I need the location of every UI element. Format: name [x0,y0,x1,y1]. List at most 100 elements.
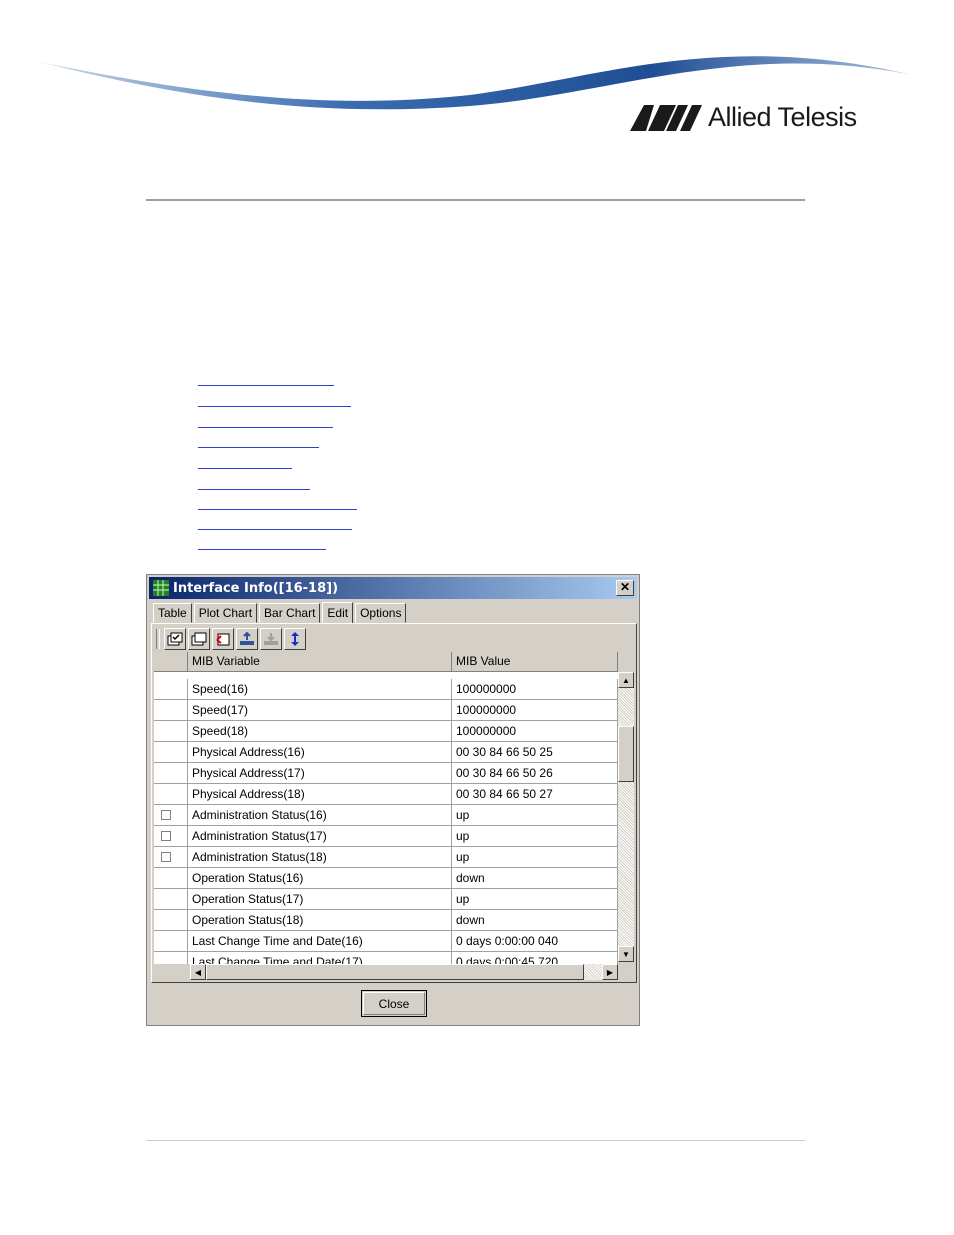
link-5[interactable] [198,468,292,469]
table-row[interactable]: Administration Status(18) up [154,847,618,868]
mib-value-cell[interactable]: 00 30 84 66 50 25 [452,742,618,763]
grid-app-icon [153,580,169,596]
table-row[interactable]: Operation Status(17) up [154,889,618,910]
toolbar-grip[interactable] [156,629,160,649]
dialog-titlebar[interactable]: Interface Info([16-18]) ✕ [149,577,637,599]
mib-variable-cell: Physical Address(17) [188,763,452,784]
header-mib-variable[interactable]: MIB Variable [188,652,452,672]
scroll-down-icon[interactable]: ▼ [618,946,634,962]
mib-value-cell[interactable]: up [452,805,618,826]
mib-value-cell[interactable]: 100000000 [452,700,618,721]
row-select-cell[interactable] [154,805,188,826]
mib-value-cell[interactable]: down [452,910,618,931]
undo-icon[interactable] [212,628,234,650]
footer-divider [146,1140,805,1141]
mib-value-cell[interactable]: 00 30 84 66 50 26 [452,763,618,784]
tab-plot-chart[interactable]: Plot Chart [193,603,258,623]
refresh-icon[interactable] [284,628,306,650]
table-row[interactable]: Last Change Time and Date(17) 0 days 0:00… [154,952,618,964]
mib-variable-cell: Speed(18) [188,721,452,742]
close-button-label: Close [378,996,410,1011]
mib-variable-cell: Operation Status(17) [188,889,452,910]
row-select-cell [154,763,188,784]
header-divider [146,199,805,201]
deselect-all-icon[interactable] [188,628,210,650]
scroll-right-icon[interactable]: ▶ [602,964,618,980]
table-row[interactable]: Physical Address(16) 00 30 84 66 50 25 [154,742,618,763]
row-select-cell [154,910,188,931]
vertical-scroll-thumb[interactable] [618,726,634,782]
mib-value-cell[interactable]: up [452,847,618,868]
mib-value-cell[interactable]: down [452,868,618,889]
mib-value-cell[interactable]: up [452,889,618,910]
row-checkbox[interactable] [161,810,171,820]
row-select-cell [154,868,188,889]
link-4[interactable] [198,447,319,448]
link-2[interactable] [198,406,351,407]
scroll-up-icon[interactable]: ▲ [618,672,634,688]
allied-telesis-mark-icon [630,104,702,131]
mib-variable-cell: Operation Status(16) [188,868,452,889]
brand-logo: Allied Telesis [630,102,857,133]
mib-variable-cell: Physical Address(16) [188,742,452,763]
table-row[interactable]: Operation Status(18) down [154,910,618,931]
tab-options[interactable]: Options [355,603,407,623]
row-select-cell[interactable] [154,826,188,847]
close-button[interactable]: Close [361,990,427,1017]
row-select-cell [154,931,188,952]
mib-variable-cell: Speed(17) [188,700,452,721]
header-mib-value[interactable]: MIB Value [452,652,618,672]
table-row[interactable]: Speed(18) 100000000 [154,721,618,742]
row-select-cell [154,742,188,763]
table-row[interactable]: Speed(17) 100000000 [154,700,618,721]
table-row[interactable]: Administration Status(17) up [154,826,618,847]
link-7[interactable] [198,509,357,510]
mib-value-cell[interactable]: 100000000 [452,721,618,742]
row-select-cell [154,784,188,805]
mib-value-cell[interactable]: 0 days 0:00:00 040 [452,931,618,952]
table-row[interactable]: Operation Status(16) down [154,868,618,889]
edit-panel: MIB Variable MIB Value Speed(16) 10000000… [151,623,637,983]
horizontal-scroll-thumb[interactable] [206,964,584,980]
row-checkbox[interactable] [161,831,171,841]
mib-table: MIB Variable MIB Value Speed(16) 10000000… [154,652,618,964]
mib-value-cell[interactable]: 00 30 84 66 50 27 [452,784,618,805]
scroll-left-icon[interactable]: ◀ [190,964,206,980]
row-select-cell [154,721,188,742]
download-icon[interactable] [260,628,282,650]
select-all-icon[interactable] [164,628,186,650]
mib-variable-cell: Last Change Time and Date(16) [188,931,452,952]
row-select-cell [154,679,188,700]
mib-value-cell[interactable]: up [452,826,618,847]
row-select-cell [154,889,188,910]
row-checkbox[interactable] [161,852,171,862]
interface-info-dialog: Interface Info([16-18]) ✕ Table Plot Cha… [146,574,640,1026]
upload-icon[interactable] [236,628,258,650]
table-row[interactable]: Speed(16) 100000000 [154,679,618,700]
link-9[interactable] [198,549,326,550]
table-row[interactable]: Administration Status(16) up [154,805,618,826]
vertical-scrollbar[interactable]: ▲ ▼ [618,672,634,962]
mib-variable-cell: Last Change Time and Date(17) [188,952,452,964]
table-row[interactable]: Physical Address(17) 00 30 84 66 50 26 [154,763,618,784]
table-row[interactable]: Last Change Time and Date(16) 0 days 0:00… [154,931,618,952]
close-icon[interactable]: ✕ [616,580,634,596]
link-8[interactable] [198,529,352,530]
header-select [154,652,188,672]
tab-table[interactable]: Table [153,603,192,623]
link-3[interactable] [198,427,333,428]
tab-edit[interactable]: Edit [322,602,354,624]
row-select-cell[interactable] [154,847,188,868]
mib-value-cell[interactable]: 0 days 0:00:45 720 [452,952,618,964]
link-1[interactable] [198,385,334,386]
mib-value-cell[interactable]: 100000000 [452,679,618,700]
row-select-cell [154,700,188,721]
table-row[interactable]: Physical Address(18) 00 30 84 66 50 27 [154,784,618,805]
link-6[interactable] [198,489,310,490]
horizontal-scrollbar[interactable]: ◀ ▶ [190,964,618,980]
edit-toolbar [156,628,308,650]
tab-bar-chart[interactable]: Bar Chart [259,603,321,623]
row-select-cell [154,952,188,964]
mib-variable-cell: Administration Status(18) [188,847,452,868]
mib-variable-cell: Speed(16) [188,679,452,700]
